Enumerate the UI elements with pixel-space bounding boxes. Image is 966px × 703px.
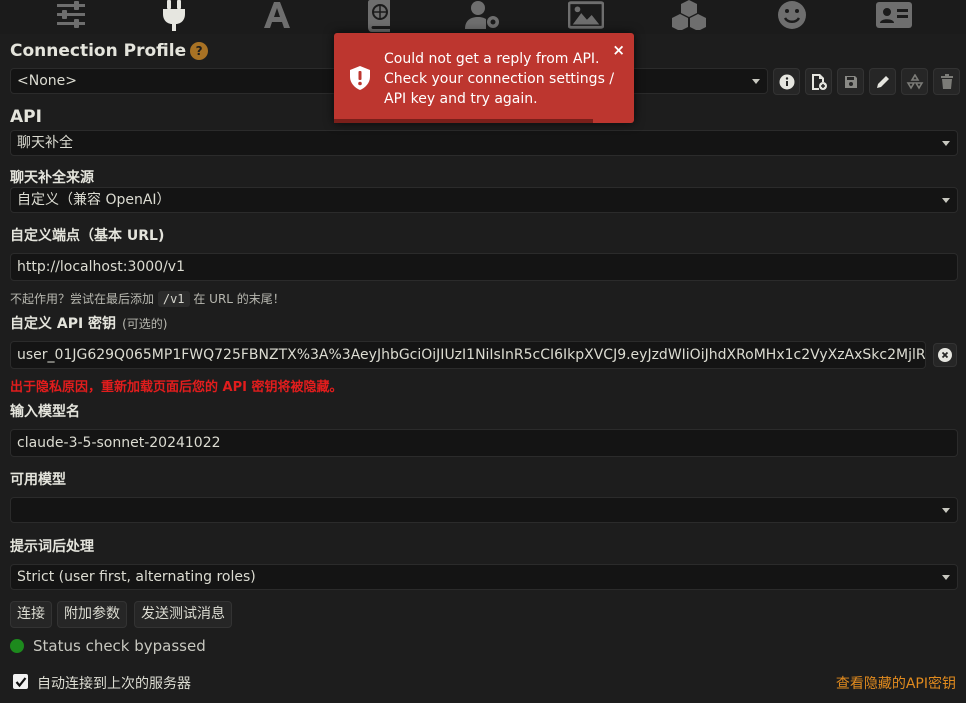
- api-key-label: 自定义 API 密钥 (可选的): [10, 313, 167, 333]
- cubes-icon[interactable]: [671, 0, 707, 32]
- save-icon: [844, 75, 857, 88]
- plug-icon[interactable]: [156, 0, 192, 32]
- toast-message: Could not get a reply from API. Check yo…: [384, 51, 615, 107]
- profile-create-button[interactable]: [805, 68, 832, 95]
- api-key-warning: 出于隐私原因，重新加载页面后您的 API 密钥将被隐藏。: [10, 380, 343, 395]
- endpoint-label: 自定义端点（基本 URL): [10, 228, 165, 244]
- endpoint-input[interactable]: http://localhost:3000/v1: [10, 253, 958, 281]
- postprocess-value: Strict (user first, alternating roles): [17, 569, 256, 585]
- chevron-down-icon: [752, 79, 760, 84]
- connect-button[interactable]: 连接: [10, 601, 52, 628]
- error-toast: Could not get a reply from API. Check yo…: [334, 33, 634, 123]
- info-icon: [779, 74, 794, 89]
- help-icon[interactable]: ?: [190, 42, 209, 60]
- font-icon[interactable]: [259, 0, 295, 32]
- profile-save-button[interactable]: [837, 68, 864, 95]
- image-icon[interactable]: [567, 0, 604, 32]
- user-gear-icon[interactable]: [464, 0, 501, 32]
- model-input[interactable]: claude-3-5-sonnet-20241022: [10, 429, 958, 457]
- api-heading: API: [10, 107, 42, 127]
- hint-code: /v1: [157, 291, 190, 307]
- profile-reload-button[interactable]: [901, 68, 928, 95]
- send-test-button[interactable]: 发送测试消息: [134, 601, 232, 628]
- hint-text-before: 不起作用？尝试在最后添加: [10, 292, 155, 306]
- auto-connect-checkbox[interactable]: [13, 674, 28, 689]
- toast-progress-bar: [334, 119, 593, 123]
- clear-api-key-button[interactable]: [933, 343, 957, 367]
- connection-profile-heading: Connection Profile?: [10, 41, 209, 61]
- api-key-input[interactable]: user_01JG629Q065MP1FWQ725FBNZTX%3A%3AeyJ…: [10, 341, 926, 369]
- top-nav-bar: [0, 0, 966, 34]
- available-models-label: 可用模型: [10, 472, 66, 488]
- chevron-down-icon: [942, 198, 950, 203]
- profile-info-button[interactable]: [773, 68, 800, 95]
- hint-text-after: 在 URL 的末尾！: [193, 292, 285, 306]
- chevron-down-icon: [942, 141, 950, 146]
- auto-connect-label: 自动连接到上次的服务器: [37, 676, 191, 692]
- id-card-icon[interactable]: [876, 0, 913, 32]
- api-value: 聊天补全: [17, 135, 73, 151]
- pencil-icon: [876, 75, 889, 88]
- connection-profile-title: Connection Profile: [10, 41, 187, 61]
- postprocess-select[interactable]: Strict (user first, alternating roles): [10, 564, 958, 590]
- close-circle-icon: [938, 348, 952, 362]
- source-value: 自定义（兼容 OpenAI）: [17, 192, 171, 208]
- shield-alert-icon: [350, 66, 370, 90]
- connection-profile-value: <None>: [17, 73, 77, 89]
- api-key-label-text: 自定义 API 密钥: [10, 316, 117, 332]
- api-select[interactable]: 聊天补全: [10, 130, 958, 156]
- profile-edit-button[interactable]: [869, 68, 896, 95]
- toast-close-button[interactable]: ×: [612, 41, 625, 59]
- endpoint-hint: 不起作用？尝试在最后添加 /v1 在 URL 的末尾！: [10, 290, 285, 307]
- postprocess-label: 提示词后处理: [10, 539, 94, 555]
- status-indicator: [10, 639, 24, 653]
- extra-params-button[interactable]: 附加参数: [57, 601, 127, 628]
- source-select[interactable]: 自定义（兼容 OpenAI）: [10, 187, 958, 213]
- view-hidden-key-link[interactable]: 查看隐藏的API密钥: [836, 673, 956, 693]
- chevron-down-icon: [942, 508, 950, 513]
- check-icon: [15, 676, 26, 687]
- recycle-icon: [906, 73, 923, 90]
- smiley-icon[interactable]: [774, 0, 810, 32]
- available-models-select[interactable]: [10, 497, 958, 523]
- profile-delete-button[interactable]: [933, 68, 960, 95]
- status-text: Status check bypassed: [33, 637, 206, 655]
- source-label: 聊天补全来源: [10, 170, 94, 186]
- chevron-down-icon: [942, 575, 950, 580]
- book-globe-icon[interactable]: [362, 0, 398, 32]
- trash-icon: [940, 73, 953, 89]
- sliders-icon[interactable]: [53, 0, 89, 32]
- optional-tag: (可选的): [122, 317, 168, 331]
- file-plus-icon: [811, 73, 827, 90]
- model-input-label: 输入模型名: [10, 404, 80, 420]
